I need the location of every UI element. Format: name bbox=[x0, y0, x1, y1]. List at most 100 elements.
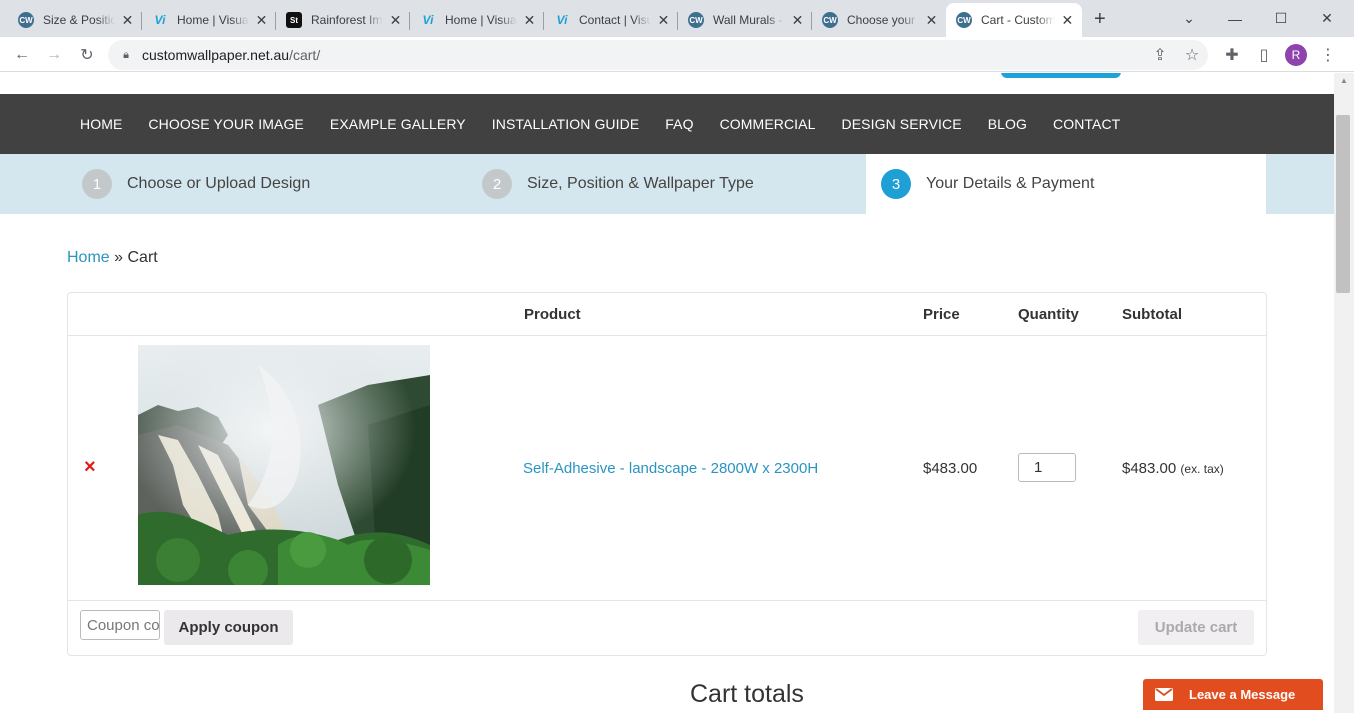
step-label: Size, Position & Wallpaper Type bbox=[527, 175, 754, 192]
step-details-payment[interactable]: 3 Your Details & Payment bbox=[866, 154, 1266, 214]
site-favicon-icon: Vi bbox=[556, 13, 568, 27]
site-favicon-icon: Vi bbox=[154, 13, 166, 27]
browser-tab-3[interactable]: St Rainforest Im ✕ bbox=[276, 3, 410, 37]
maximize-icon[interactable]: ☐ bbox=[1258, 0, 1304, 37]
reload-icon[interactable]: ↻ bbox=[75, 43, 99, 67]
browser-tab-active[interactable]: CW Cart - Custom ✕ bbox=[946, 3, 1082, 37]
browser-tab-6[interactable]: CW Wall Murals - ✕ bbox=[678, 3, 812, 37]
header-quantity: Quantity bbox=[1018, 306, 1079, 323]
remove-item-icon[interactable]: × bbox=[84, 457, 96, 477]
tab-title: Rainforest Im bbox=[311, 13, 383, 27]
close-tab-icon[interactable]: ✕ bbox=[523, 12, 536, 29]
leave-message-widget[interactable]: Leave a Message bbox=[1143, 679, 1323, 710]
tab-strip: CW Size & Position ✕ Vi Home | Visual ✕ … bbox=[0, 0, 1354, 37]
browser-tab-7[interactable]: CW Choose your ✕ bbox=[812, 3, 946, 37]
quantity-input[interactable]: 1 bbox=[1018, 453, 1076, 482]
item-subtotal: $483.00 (ex. tax) bbox=[1122, 460, 1224, 477]
tab-search-icon[interactable]: ⌄ bbox=[1166, 0, 1212, 37]
close-tab-icon[interactable]: ✕ bbox=[657, 12, 670, 29]
new-tab-button[interactable]: + bbox=[1094, 8, 1106, 31]
site-favicon-icon: CW bbox=[956, 12, 972, 28]
tab-title: Home | Visual bbox=[177, 13, 250, 27]
close-tab-icon[interactable]: ✕ bbox=[255, 12, 268, 29]
page-viewport: HOME CHOOSE YOUR IMAGE EXAMPLE GALLERY I… bbox=[0, 73, 1334, 713]
breadcrumb-current: Cart bbox=[127, 249, 158, 266]
address-domain: customwallpaper.net.au bbox=[142, 47, 290, 63]
step-choose-design[interactable]: 1 Choose or Upload Design bbox=[82, 154, 310, 214]
profile-avatar[interactable]: R bbox=[1285, 44, 1307, 66]
close-tab-icon[interactable]: ✕ bbox=[791, 12, 804, 29]
scroll-up-arrow-icon[interactable]: ▲ bbox=[1334, 73, 1354, 89]
nav-commercial[interactable]: COMMERCIAL bbox=[707, 116, 829, 132]
forward-icon[interactable]: → bbox=[42, 43, 66, 67]
item-price: $483.00 bbox=[923, 460, 978, 477]
header-strip bbox=[0, 73, 1334, 94]
header-product: Product bbox=[524, 306, 581, 323]
browser-tab-4[interactable]: Vi Home | Visual ✕ bbox=[410, 3, 544, 37]
close-tab-icon[interactable]: ✕ bbox=[925, 12, 938, 29]
back-icon[interactable]: ← bbox=[10, 43, 34, 67]
nav-contact[interactable]: CONTACT bbox=[1040, 116, 1133, 132]
nav-home[interactable]: HOME bbox=[67, 116, 135, 132]
nav-design-service[interactable]: DESIGN SERVICE bbox=[829, 116, 975, 132]
browser-tab-2[interactable]: Vi Home | Visual ✕ bbox=[142, 3, 276, 37]
header-button[interactable] bbox=[1001, 73, 1121, 78]
step-label: Your Details & Payment bbox=[926, 175, 1095, 192]
nav-installation-guide[interactable]: INSTALLATION GUIDE bbox=[479, 116, 653, 132]
cart-totals-heading: Cart totals bbox=[690, 680, 804, 708]
address-path: /cart/ bbox=[289, 47, 321, 63]
cart-item-row: × Self-Adhesive - landscape - 2800W x 23… bbox=[68, 336, 1266, 601]
breadcrumb-separator: » bbox=[114, 249, 124, 266]
minimize-icon[interactable]: — bbox=[1212, 0, 1258, 37]
close-tab-icon[interactable]: ✕ bbox=[389, 12, 402, 29]
extensions-icon[interactable]: ✚ bbox=[1220, 43, 1244, 67]
breadcrumb-home-link[interactable]: Home bbox=[67, 249, 110, 266]
coupon-code-input[interactable]: Coupon code bbox=[80, 610, 160, 640]
browser-menu-icon[interactable]: ⋮ bbox=[1316, 43, 1340, 67]
nav-blog[interactable]: BLOG bbox=[975, 116, 1040, 132]
header-price: Price bbox=[923, 306, 960, 323]
step-number: 3 bbox=[881, 169, 911, 199]
main-navigation: HOME CHOOSE YOUR IMAGE EXAMPLE GALLERY I… bbox=[0, 94, 1334, 154]
site-favicon-icon: CW bbox=[688, 12, 704, 28]
tab-title: Size & Position bbox=[43, 13, 116, 27]
close-tab-icon[interactable]: ✕ bbox=[121, 12, 134, 29]
lock-icon: 🔒︎ bbox=[123, 48, 129, 61]
tab-title: Wall Murals - bbox=[713, 13, 783, 27]
step-size-position[interactable]: 2 Size, Position & Wallpaper Type bbox=[482, 154, 754, 214]
site-favicon-icon: CW bbox=[822, 12, 838, 28]
tab-title: Choose your bbox=[847, 13, 916, 27]
browser-tab-5[interactable]: Vi Contact | Visu ✕ bbox=[544, 3, 678, 37]
step-label: Choose or Upload Design bbox=[127, 175, 311, 192]
checkout-steps: 1 Choose or Upload Design 2 Size, Positi… bbox=[0, 154, 1334, 214]
site-favicon-icon: St bbox=[286, 12, 302, 28]
step-number: 1 bbox=[82, 169, 112, 199]
nav-choose-your-image[interactable]: CHOOSE YOUR IMAGE bbox=[135, 116, 316, 132]
product-link[interactable]: Self-Adhesive - landscape - 2800W x 2300… bbox=[523, 460, 818, 477]
scrollbar-thumb[interactable] bbox=[1336, 115, 1350, 293]
page-scrollbar[interactable]: ▲ bbox=[1334, 73, 1354, 713]
envelope-icon bbox=[1143, 679, 1185, 710]
cart-table: Product Price Quantity Subtotal × Self-A… bbox=[67, 292, 1267, 656]
browser-toolbar: ← → ↻ 🔒︎ customwallpaper.net.au/cart/ ⇪ … bbox=[0, 37, 1354, 72]
close-tab-icon[interactable]: ✕ bbox=[1061, 12, 1074, 29]
waterfall-image bbox=[138, 345, 430, 585]
cart-table-header: Product Price Quantity Subtotal bbox=[68, 293, 1266, 336]
bookmark-star-icon[interactable]: ☆ bbox=[1180, 43, 1204, 67]
subtotal-amount: $483.00 bbox=[1122, 460, 1177, 477]
tab-title: Cart - Custom bbox=[981, 13, 1055, 27]
breadcrumb: Home » Cart bbox=[67, 249, 158, 267]
tax-note: (ex. tax) bbox=[1180, 462, 1224, 476]
product-thumbnail[interactable] bbox=[138, 345, 430, 585]
close-window-icon[interactable]: ✕ bbox=[1304, 0, 1350, 37]
address-bar[interactable]: 🔒︎ customwallpaper.net.au/cart/ bbox=[108, 40, 1208, 70]
nav-example-gallery[interactable]: EXAMPLE GALLERY bbox=[317, 116, 479, 132]
site-favicon-icon: Vi bbox=[422, 13, 434, 27]
nav-faq[interactable]: FAQ bbox=[652, 116, 706, 132]
share-icon[interactable]: ⇪ bbox=[1148, 43, 1172, 67]
browser-tab-1[interactable]: CW Size & Position ✕ bbox=[8, 3, 142, 37]
apply-coupon-button[interactable]: Apply coupon bbox=[164, 610, 293, 645]
header-subtotal: Subtotal bbox=[1122, 306, 1182, 323]
update-cart-button[interactable]: Update cart bbox=[1138, 610, 1254, 645]
side-panel-icon[interactable]: ▯ bbox=[1252, 43, 1276, 67]
